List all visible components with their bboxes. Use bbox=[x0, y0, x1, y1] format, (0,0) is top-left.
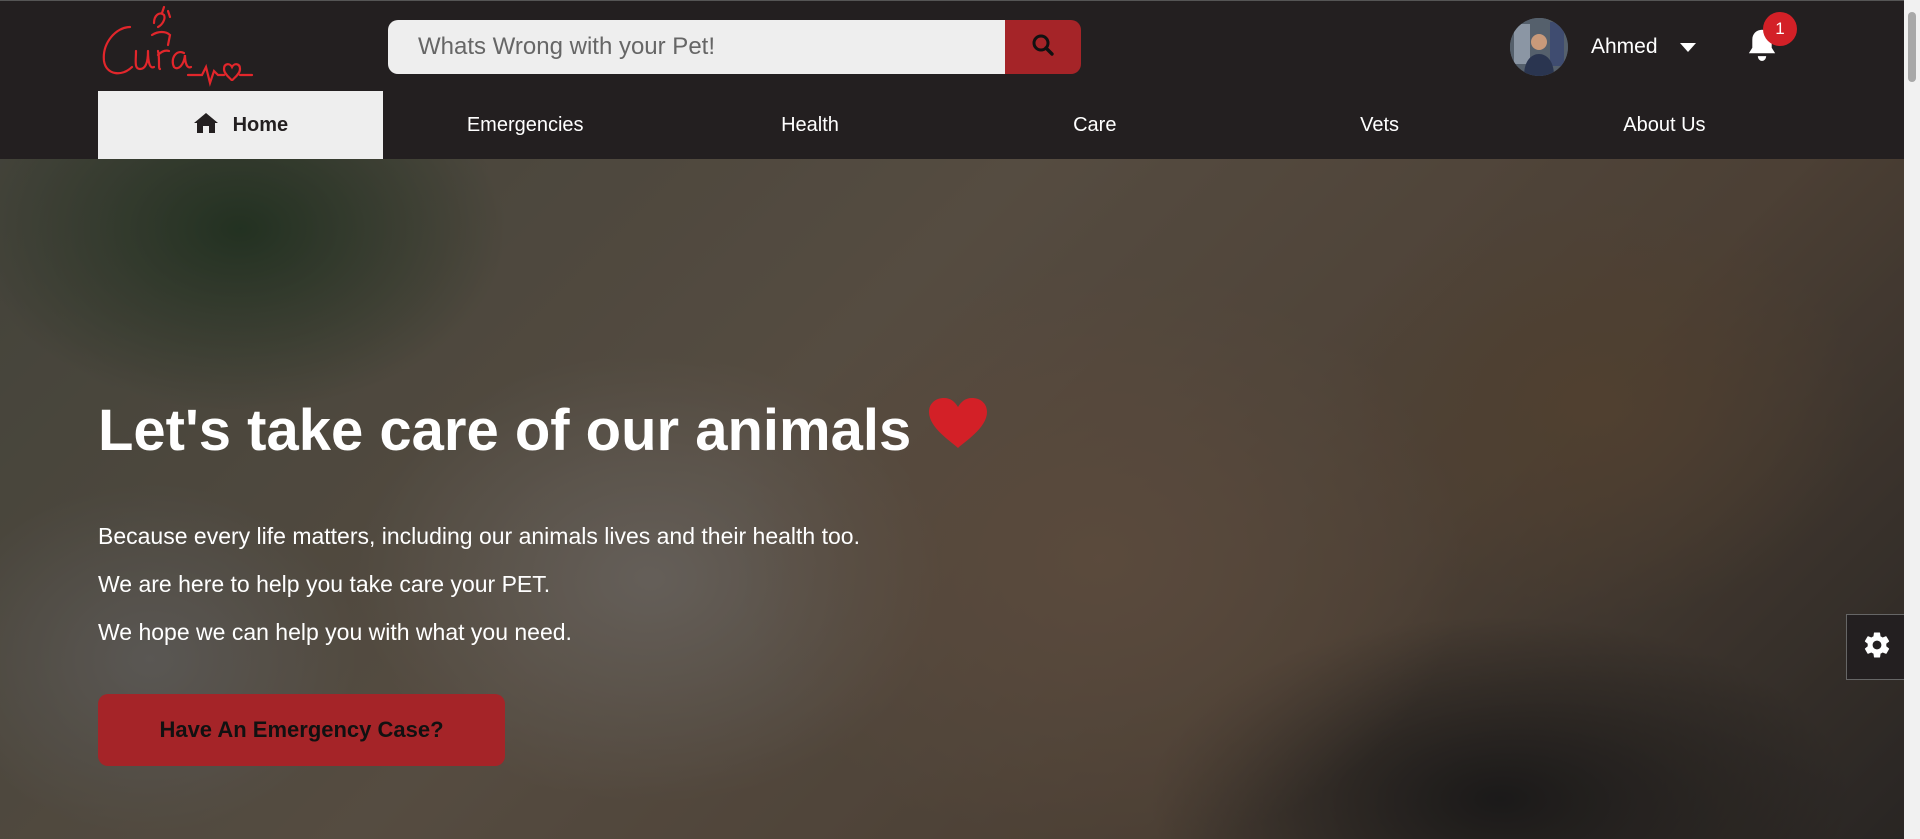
nav-item-label: Vets bbox=[1360, 114, 1400, 136]
nav-item-label: Emergencies bbox=[466, 114, 584, 136]
main-nav: Home Emergencies Health Care Vets About … bbox=[98, 91, 1807, 160]
nav-item-vets[interactable]: Vets bbox=[1237, 91, 1522, 160]
nav-item-label: Care bbox=[1073, 114, 1117, 136]
hero-title: Let's take care of our animals bbox=[98, 396, 989, 464]
emergency-case-button[interactable]: Have An Emergency Case? bbox=[98, 694, 505, 766]
notification-badge[interactable]: 1 bbox=[1763, 12, 1797, 46]
search-bar bbox=[388, 20, 1081, 74]
nav-item-about-us[interactable]: About Us bbox=[1522, 91, 1807, 160]
cura-logo[interactable] bbox=[96, 5, 256, 93]
nav-item-label: Home bbox=[232, 114, 289, 136]
page-scrollbar[interactable] bbox=[1904, 0, 1920, 839]
hero-text-line: We are here to help you take care your P… bbox=[98, 571, 551, 597]
scrollbar-thumb[interactable] bbox=[1908, 12, 1916, 82]
settings-toggle[interactable] bbox=[1846, 614, 1906, 680]
site-header: Ahmed 1 Home Emergencies Health Care Vet… bbox=[0, 0, 1904, 160]
hero-text-line: Because every life matters, including ou… bbox=[98, 523, 860, 549]
heart-icon bbox=[927, 396, 989, 464]
search-input[interactable] bbox=[388, 20, 1005, 74]
hero-section: Let's take care of our animals Because e… bbox=[0, 159, 1904, 839]
user-menu[interactable]: Ahmed bbox=[1510, 17, 1696, 77]
hero-title-text: Let's take care of our animals bbox=[98, 397, 912, 463]
nav-item-care[interactable]: Care bbox=[952, 91, 1237, 160]
chevron-down-icon[interactable] bbox=[1679, 42, 1696, 52]
gear-icon bbox=[1862, 630, 1892, 665]
nav-item-label: Health bbox=[781, 114, 839, 136]
avatar[interactable] bbox=[1510, 18, 1568, 76]
user-name[interactable]: Ahmed bbox=[1591, 35, 1658, 59]
home-icon bbox=[193, 112, 233, 140]
hero-text-line: We hope we can help you with what you ne… bbox=[98, 619, 572, 645]
search-icon bbox=[1031, 33, 1055, 62]
nav-item-emergencies[interactable]: Emergencies bbox=[383, 91, 668, 160]
search-button[interactable] bbox=[1005, 20, 1081, 74]
nav-item-health[interactable]: Health bbox=[668, 91, 953, 160]
nav-item-label: About Us bbox=[1623, 114, 1706, 136]
nav-item-home[interactable]: Home bbox=[98, 91, 383, 160]
